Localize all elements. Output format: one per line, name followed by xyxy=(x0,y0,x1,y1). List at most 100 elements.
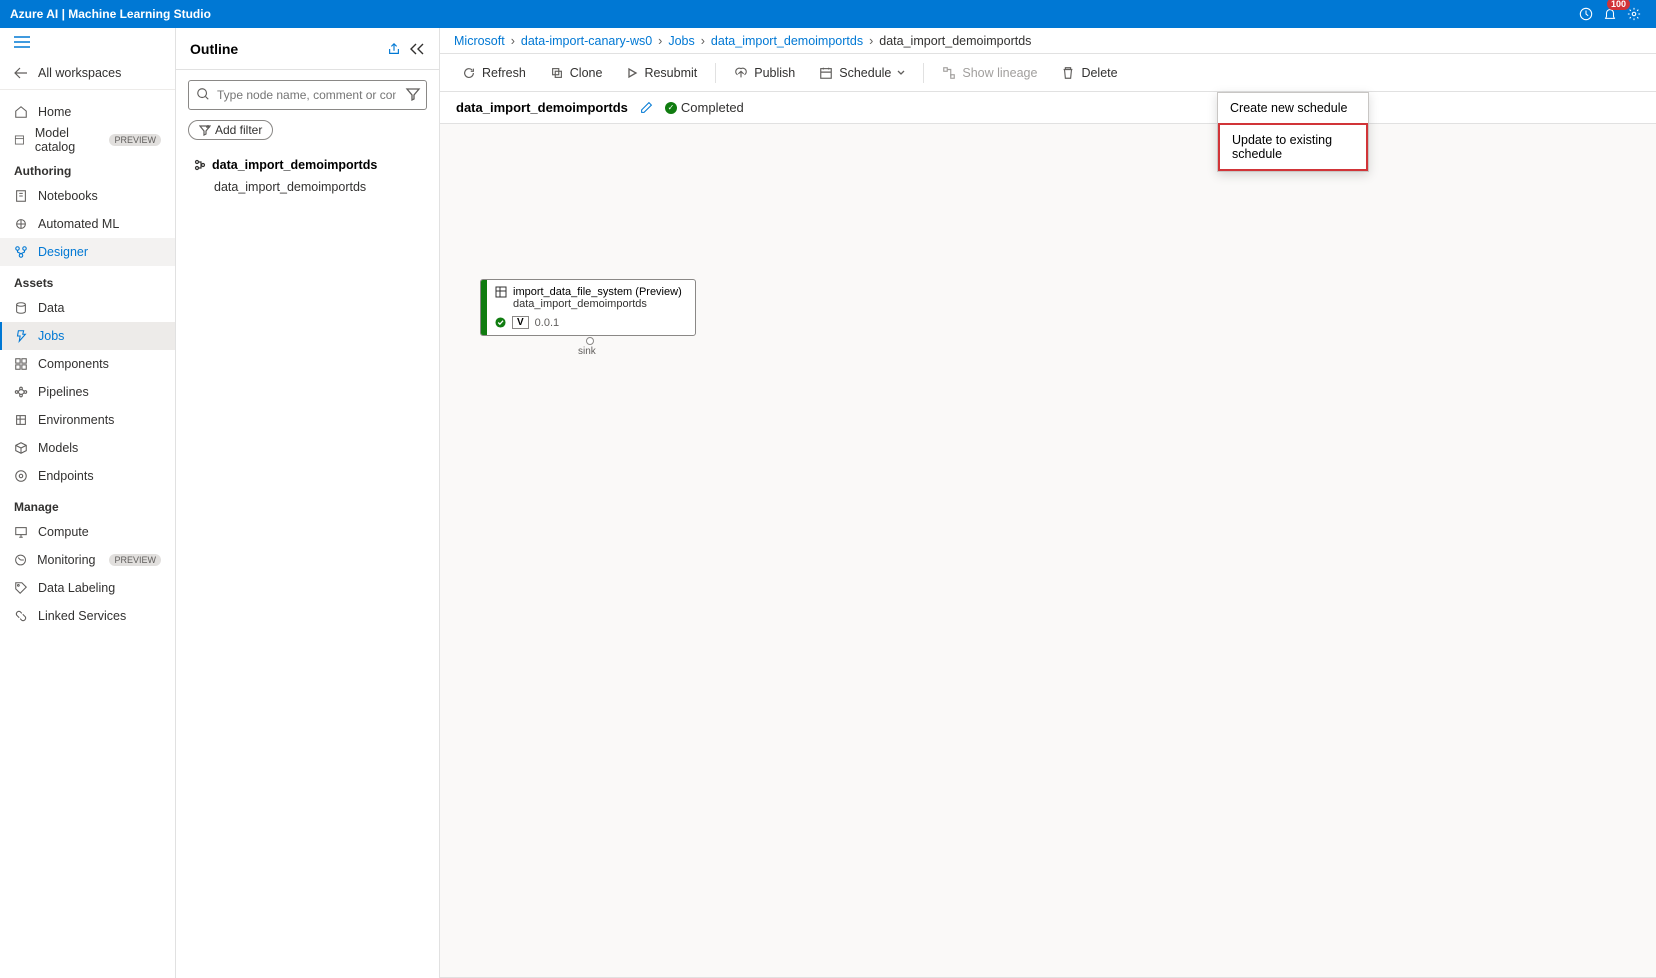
nav-notebooks[interactable]: Notebooks xyxy=(0,182,175,210)
lineage-icon xyxy=(942,66,956,80)
left-nav: All workspaces Home Model catalog PREVIE… xyxy=(0,28,176,978)
collapse-icon[interactable] xyxy=(409,42,425,56)
monitoring-icon xyxy=(14,553,27,567)
back-arrow-icon xyxy=(14,67,28,79)
crumb-jobs[interactable]: Jobs xyxy=(668,34,694,48)
job-status: ✓ Completed xyxy=(665,100,744,115)
crumb-current: data_import_demoimportds xyxy=(879,34,1031,48)
nav-home[interactable]: Home xyxy=(0,98,175,126)
data-icon xyxy=(14,301,28,315)
edit-title-button[interactable] xyxy=(640,101,653,114)
outline-child-node[interactable]: data_import_demoimportds xyxy=(194,176,427,198)
main-area: Microsoft› data-import-canary-ws0› Jobs›… xyxy=(440,28,1656,978)
node-output-label: sink xyxy=(578,346,596,357)
app-header: Azure AI | Machine Learning Studio 100 xyxy=(0,0,1656,28)
labeling-icon xyxy=(14,581,28,595)
environments-icon xyxy=(14,413,28,427)
nav-endpoints[interactable]: Endpoints xyxy=(0,462,175,490)
schedule-icon xyxy=(819,66,833,80)
nav-data-labeling[interactable]: Data Labeling xyxy=(0,574,175,602)
job-title: data_import_demoimportds xyxy=(456,100,628,115)
node-output-port[interactable] xyxy=(586,337,594,345)
outline-panel: Outline Add filter d xyxy=(176,28,440,978)
nav-linked-services[interactable]: Linked Services xyxy=(0,602,175,630)
schedule-button[interactable]: Schedule xyxy=(809,62,915,84)
node-version: 0.0.1 xyxy=(535,317,559,329)
nav-designer[interactable]: Designer xyxy=(0,238,175,266)
add-filter-button[interactable]: Add filter xyxy=(188,120,273,140)
nav-components[interactable]: Components xyxy=(0,350,175,378)
play-icon xyxy=(626,67,638,79)
add-filter-icon xyxy=(199,124,211,136)
crumb-workspace[interactable]: data-import-canary-ws0 xyxy=(521,34,652,48)
success-icon: ✓ xyxy=(665,102,677,114)
show-lineage-button: Show lineage xyxy=(932,62,1047,84)
pipeline-canvas[interactable]: import_data_file_system (Preview) data_i… xyxy=(440,124,1656,978)
designer-icon xyxy=(14,245,28,259)
job-header: data_import_demoimportds ✓ Completed xyxy=(440,92,1656,124)
pipeline-node[interactable]: import_data_file_system (Preview) data_i… xyxy=(480,279,696,336)
models-icon xyxy=(14,441,28,455)
preview-badge: PREVIEW xyxy=(109,134,161,146)
schedule-dropdown: Create new schedule Update to existing s… xyxy=(1217,92,1369,172)
nav-data[interactable]: Data xyxy=(0,294,175,322)
node-subtitle: data_import_demoimportds xyxy=(495,298,687,310)
breadcrumb: Microsoft› data-import-canary-ws0› Jobs›… xyxy=(440,28,1656,54)
pipelines-icon xyxy=(14,385,28,399)
outline-root-node[interactable]: data_import_demoimportds xyxy=(194,154,427,176)
update-schedule-item[interactable]: Update to existing schedule xyxy=(1218,123,1368,171)
share-icon[interactable] xyxy=(387,42,401,56)
delete-button[interactable]: Delete xyxy=(1051,62,1127,84)
refresh-icon xyxy=(462,66,476,80)
link-icon xyxy=(14,609,28,623)
crumb-microsoft[interactable]: Microsoft xyxy=(454,34,505,48)
filter-icon[interactable] xyxy=(405,86,421,102)
all-workspaces-label: All workspaces xyxy=(38,66,121,80)
section-authoring: Authoring xyxy=(0,154,175,182)
toolbar: Refresh Clone Resubmit Publish Schedule xyxy=(440,54,1656,92)
notifications-icon[interactable]: 100 xyxy=(1598,2,1622,26)
automl-icon xyxy=(14,217,28,231)
check-icon xyxy=(495,317,506,328)
nav-monitoring[interactable]: Monitoring PREVIEW xyxy=(0,546,175,574)
nav-automl[interactable]: Automated ML xyxy=(0,210,175,238)
nav-jobs[interactable]: Jobs xyxy=(0,322,175,350)
section-manage: Manage xyxy=(0,490,175,518)
publish-button[interactable]: Publish xyxy=(724,62,805,84)
components-icon xyxy=(14,357,28,371)
jobs-icon xyxy=(14,329,28,343)
refresh-button[interactable]: Refresh xyxy=(452,62,536,84)
publish-icon xyxy=(734,66,748,80)
settings-icon[interactable] xyxy=(1622,2,1646,26)
all-workspaces-link[interactable]: All workspaces xyxy=(0,56,175,90)
chevron-down-icon xyxy=(897,69,905,77)
catalog-icon xyxy=(14,133,25,147)
nav-compute[interactable]: Compute xyxy=(0,518,175,546)
create-schedule-item[interactable]: Create new schedule xyxy=(1218,93,1368,123)
resubmit-button[interactable]: Resubmit xyxy=(616,62,707,84)
delete-icon xyxy=(1061,66,1075,80)
nav-pipelines[interactable]: Pipelines xyxy=(0,378,175,406)
compute-icon xyxy=(14,525,28,539)
preview-badge: PREVIEW xyxy=(109,554,161,566)
nav-models[interactable]: Models xyxy=(0,434,175,462)
branch-icon xyxy=(194,159,206,171)
table-icon xyxy=(495,286,507,298)
search-icon xyxy=(196,87,210,101)
nav-environments[interactable]: Environments xyxy=(0,406,175,434)
clone-button[interactable]: Clone xyxy=(540,62,613,84)
outline-search-input[interactable] xyxy=(188,80,427,110)
clone-icon xyxy=(550,66,564,80)
endpoints-icon xyxy=(14,469,28,483)
version-chip: V xyxy=(512,316,529,329)
node-title: import_data_file_system (Preview) xyxy=(513,286,682,298)
outline-title: Outline xyxy=(190,41,238,57)
home-icon xyxy=(14,105,28,119)
section-assets: Assets xyxy=(0,266,175,294)
hamburger-icon[interactable] xyxy=(0,28,175,56)
crumb-pipeline[interactable]: data_import_demoimportds xyxy=(711,34,863,48)
notebook-icon xyxy=(14,189,28,203)
nav-model-catalog[interactable]: Model catalog PREVIEW xyxy=(0,126,175,154)
app-title: Azure AI | Machine Learning Studio xyxy=(10,7,211,21)
clock-icon[interactable] xyxy=(1574,2,1598,26)
